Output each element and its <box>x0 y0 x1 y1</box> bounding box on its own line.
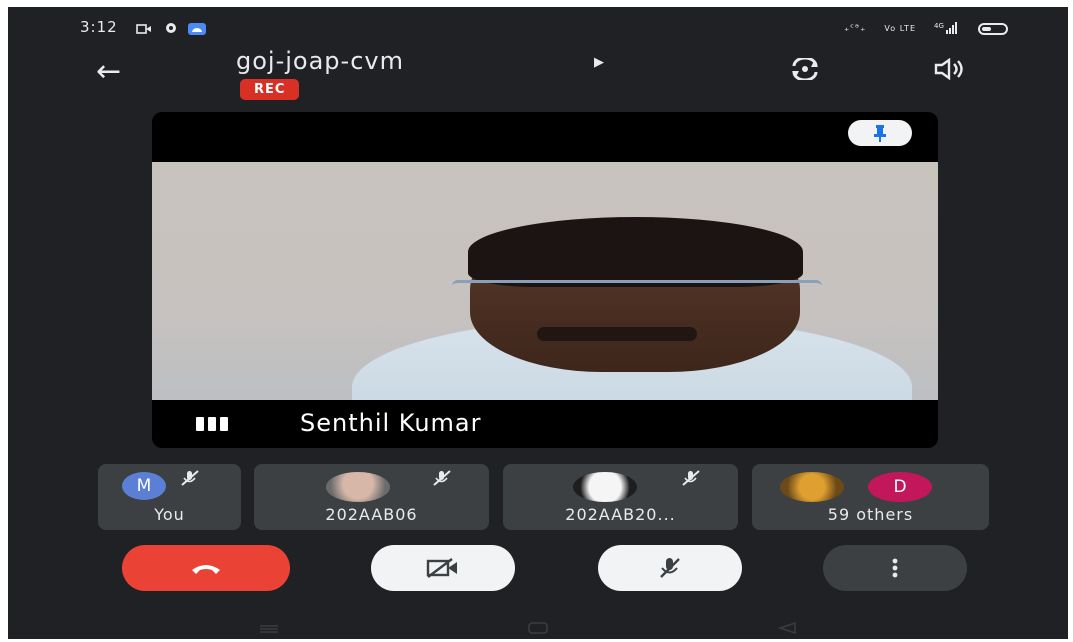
signal-icon: 4G <box>934 19 960 38</box>
avatar <box>573 472 637 502</box>
speaker-glasses <box>452 280 822 301</box>
back-icon[interactable] <box>777 619 796 638</box>
participant-tile-others[interactable]: D 59 others <box>752 464 989 530</box>
participant-label: 202AAB06 <box>325 505 418 524</box>
home-icon[interactable] <box>528 619 548 638</box>
video-call-icon <box>136 20 152 39</box>
status-time: 3:12 <box>80 18 118 36</box>
data-activity-icon: ₊ᶜᵊ₊ <box>843 23 867 34</box>
more-vert-icon <box>892 558 898 578</box>
settings-icon <box>164 20 178 39</box>
battery-icon <box>978 22 1008 35</box>
audio-level-icon <box>196 417 228 431</box>
pin-icon <box>874 125 886 142</box>
mic-off-icon <box>432 469 452 491</box>
participant-label: 202AAB20... <box>565 505 676 524</box>
speaker-name: Senthil Kumar <box>300 409 482 437</box>
avatar: M <box>122 472 166 500</box>
more-options-button[interactable] <box>823 545 967 591</box>
switch-camera-icon[interactable] <box>788 56 822 84</box>
back-arrow-icon[interactable]: ← <box>96 57 121 87</box>
camera-off-icon <box>426 558 457 578</box>
recents-icon[interactable] <box>258 619 280 638</box>
participant-tile-you[interactable]: M You <box>98 464 241 530</box>
participant-tile-202aab20[interactable]: 202AAB20... <box>503 464 738 530</box>
pin-button[interactable] <box>848 120 912 146</box>
avatar: D <box>868 472 932 502</box>
avatar <box>326 472 390 502</box>
speaker-hair <box>468 217 803 287</box>
participant-tile-202aab06[interactable]: 202AAB06 <box>254 464 489 530</box>
mic-off-icon <box>681 469 701 491</box>
camera-toggle-button[interactable] <box>371 545 515 591</box>
meet-screen: 3:12 ₊ᶜᵊ₊ Vo LTE 4G ← goj-joap-cvm ▶ REC <box>8 7 1068 639</box>
speaker-mustache <box>537 327 697 341</box>
participant-label: 59 others <box>827 505 914 524</box>
svg-text:4G: 4G <box>934 22 944 30</box>
mic-toggle-button[interactable] <box>598 545 742 591</box>
main-speaker-tile[interactable]: Senthil Kumar <box>152 112 938 448</box>
volte-indicator: Vo LTE <box>884 24 916 33</box>
hang-up-icon <box>192 565 220 574</box>
avatar <box>780 472 844 502</box>
mic-off-icon <box>660 558 680 578</box>
meeting-code[interactable]: goj-joap-cvm <box>236 47 404 75</box>
participant-label: You <box>154 505 185 524</box>
expand-arrow-icon[interactable]: ▶ <box>594 55 604 70</box>
cloud-icon <box>188 20 206 39</box>
speaker-icon[interactable] <box>934 57 964 84</box>
end-call-button[interactable] <box>122 545 290 591</box>
status-bar: 3:12 ₊ᶜᵊ₊ Vo LTE 4G <box>8 7 1068 43</box>
avatar-letter: M <box>136 476 152 496</box>
speaker-video <box>152 162 938 400</box>
status-right: ₊ᶜᵊ₊ Vo LTE 4G <box>844 19 1008 38</box>
speaker-footer: Senthil Kumar <box>152 400 938 448</box>
mic-off-icon <box>180 469 200 491</box>
avatar-letter: D <box>893 477 907 497</box>
recording-badge: REC <box>240 79 300 100</box>
